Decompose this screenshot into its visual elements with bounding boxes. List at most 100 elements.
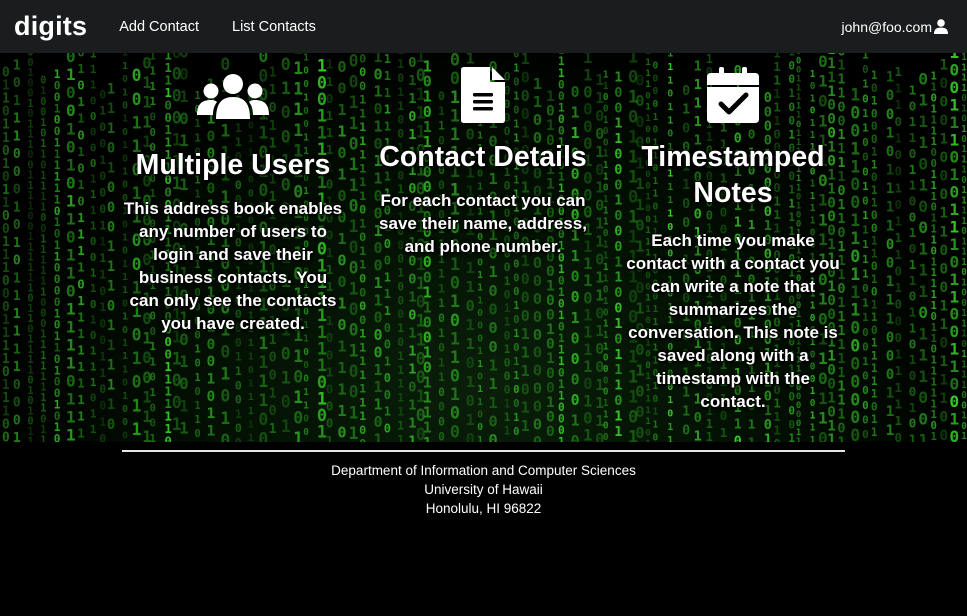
svg-text:1: 1 bbox=[384, 304, 391, 318]
svg-text:0: 0 bbox=[862, 165, 869, 178]
svg-text:0: 0 bbox=[77, 194, 84, 209]
svg-text:1: 1 bbox=[895, 180, 902, 195]
svg-text:1: 1 bbox=[734, 418, 742, 433]
svg-text:0: 0 bbox=[862, 136, 869, 149]
svg-text:1: 1 bbox=[269, 386, 277, 401]
svg-text:1: 1 bbox=[374, 361, 383, 379]
svg-text:0: 0 bbox=[269, 351, 277, 366]
svg-text:1: 1 bbox=[179, 353, 188, 371]
nav-list-contacts[interactable]: List Contacts bbox=[232, 19, 316, 35]
svg-text:0: 0 bbox=[504, 369, 511, 383]
svg-text:0: 0 bbox=[281, 392, 291, 412]
svg-text:1: 1 bbox=[248, 433, 254, 442]
svg-text:1: 1 bbox=[220, 365, 230, 384]
svg-text:0: 0 bbox=[571, 350, 580, 368]
svg-text:1: 1 bbox=[871, 388, 878, 401]
svg-text:1: 1 bbox=[583, 324, 592, 342]
svg-text:0: 0 bbox=[40, 298, 46, 309]
svg-text:1: 1 bbox=[614, 270, 622, 286]
svg-text:1: 1 bbox=[122, 351, 128, 362]
svg-text:1: 1 bbox=[850, 139, 860, 158]
svg-text:1: 1 bbox=[337, 359, 346, 377]
svg-text:0: 0 bbox=[871, 120, 878, 133]
svg-text:1: 1 bbox=[359, 134, 366, 148]
svg-text:0: 0 bbox=[513, 342, 519, 354]
svg-text:0: 0 bbox=[521, 307, 530, 325]
svg-text:0: 0 bbox=[909, 210, 917, 225]
svg-text:1: 1 bbox=[194, 372, 200, 384]
svg-text:0: 0 bbox=[533, 362, 542, 380]
svg-text:0: 0 bbox=[571, 370, 580, 388]
svg-text:1: 1 bbox=[150, 432, 156, 442]
svg-text:0: 0 bbox=[488, 431, 497, 442]
svg-text:0: 0 bbox=[164, 434, 171, 442]
svg-text:0: 0 bbox=[949, 183, 959, 202]
svg-text:0: 0 bbox=[384, 321, 391, 335]
svg-text:0: 0 bbox=[909, 290, 917, 305]
svg-text:0: 0 bbox=[862, 326, 869, 339]
svg-text:0: 0 bbox=[513, 398, 519, 410]
svg-text:1: 1 bbox=[886, 386, 895, 402]
svg-text:1: 1 bbox=[504, 410, 511, 424]
svg-text:1: 1 bbox=[862, 107, 869, 120]
svg-text:1: 1 bbox=[583, 392, 592, 410]
svg-text:1: 1 bbox=[40, 234, 46, 245]
svg-text:1: 1 bbox=[194, 414, 200, 426]
svg-text:1: 1 bbox=[961, 431, 967, 442]
user-menu[interactable]: john@foo.com bbox=[842, 19, 949, 35]
svg-text:1: 1 bbox=[450, 384, 460, 404]
svg-text:1: 1 bbox=[374, 274, 383, 292]
svg-text:1: 1 bbox=[871, 197, 878, 210]
svg-text:0: 0 bbox=[99, 333, 106, 347]
svg-text:0: 0 bbox=[949, 78, 959, 97]
svg-text:1: 1 bbox=[909, 226, 917, 241]
svg-text:1: 1 bbox=[504, 396, 511, 410]
svg-text:1: 1 bbox=[614, 378, 622, 394]
svg-text:1: 1 bbox=[949, 113, 959, 132]
svg-text:0: 0 bbox=[871, 286, 878, 299]
svg-text:0: 0 bbox=[349, 134, 359, 153]
svg-text:1: 1 bbox=[40, 171, 46, 182]
svg-text:0: 0 bbox=[909, 147, 917, 162]
svg-text:1: 1 bbox=[949, 270, 959, 289]
svg-text:0: 0 bbox=[603, 285, 609, 296]
svg-text:1: 1 bbox=[40, 86, 46, 97]
svg-text:1: 1 bbox=[886, 125, 895, 141]
svg-text:0: 0 bbox=[397, 336, 404, 349]
svg-text:0: 0 bbox=[194, 386, 200, 398]
brand-logo[interactable]: digits bbox=[14, 11, 87, 42]
svg-text:1: 1 bbox=[918, 346, 928, 365]
svg-text:1: 1 bbox=[895, 380, 902, 395]
svg-text:0: 0 bbox=[603, 375, 609, 386]
svg-text:0: 0 bbox=[349, 238, 359, 257]
svg-text:1: 1 bbox=[909, 131, 917, 146]
svg-text:0: 0 bbox=[939, 112, 948, 129]
svg-text:0: 0 bbox=[513, 272, 519, 284]
svg-text:0: 0 bbox=[220, 55, 230, 74]
svg-text:1: 1 bbox=[384, 53, 391, 66]
svg-text:0: 0 bbox=[477, 410, 483, 421]
svg-text:1: 1 bbox=[66, 119, 76, 138]
svg-text:1: 1 bbox=[438, 327, 445, 340]
svg-text:0: 0 bbox=[40, 97, 46, 108]
svg-text:0: 0 bbox=[862, 413, 869, 426]
svg-text:1: 1 bbox=[90, 345, 97, 358]
svg-text:1: 1 bbox=[66, 191, 76, 210]
nav-add-contact[interactable]: Add Contact bbox=[119, 19, 199, 35]
svg-text:0: 0 bbox=[99, 382, 106, 396]
svg-text:1: 1 bbox=[477, 397, 483, 408]
svg-text:0: 0 bbox=[179, 375, 188, 393]
svg-text:1: 1 bbox=[77, 210, 84, 225]
svg-text:1: 1 bbox=[488, 375, 497, 393]
svg-text:0: 0 bbox=[533, 344, 542, 362]
svg-text:0: 0 bbox=[13, 165, 21, 180]
svg-text:0: 0 bbox=[349, 259, 359, 278]
svg-text:0: 0 bbox=[645, 427, 651, 438]
svg-text:0: 0 bbox=[349, 362, 359, 381]
svg-text:1: 1 bbox=[871, 146, 878, 159]
svg-text:0: 0 bbox=[90, 235, 97, 248]
svg-text:0: 0 bbox=[862, 151, 869, 164]
svg-text:1: 1 bbox=[438, 371, 445, 384]
svg-text:1: 1 bbox=[150, 355, 156, 368]
svg-text:0: 0 bbox=[939, 75, 948, 92]
